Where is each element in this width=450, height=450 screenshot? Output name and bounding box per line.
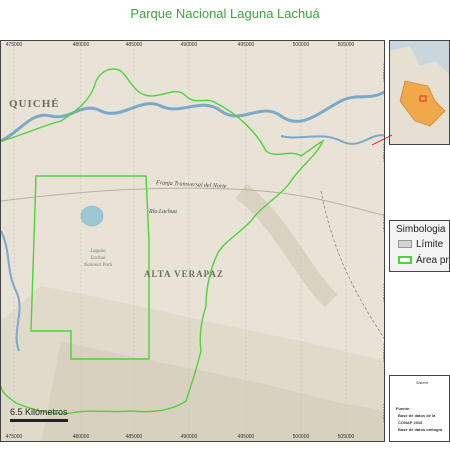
- x-tick-bottom: 495000: [237, 434, 255, 440]
- legend-item-area: Área pr: [398, 255, 449, 266]
- x-tick-bottom: 475000: [5, 434, 23, 440]
- info-line: Base de datos de la: [398, 413, 436, 418]
- inset-map[interactable]: [389, 40, 450, 145]
- park-label: Laguna Lachuá National Park: [83, 249, 113, 268]
- info-box: Sistem Fuente: Base de datos de la CONAP…: [389, 375, 450, 442]
- area-swatch: [398, 256, 412, 265]
- info-source-title: Fuente:: [396, 406, 411, 411]
- laguna-lachua-lake: [80, 205, 104, 227]
- legend-item-limit: Límite: [398, 239, 443, 250]
- legend-title: Simbologia: [396, 224, 446, 235]
- x-tick-bottom: 500000: [292, 434, 310, 440]
- limit-swatch: [398, 240, 412, 249]
- info-line: Base de datos cartogra: [398, 427, 443, 432]
- y-tick-right: 1755000: [383, 343, 385, 363]
- inset-canvas: [390, 41, 449, 144]
- y-tick-right: 1750000: [383, 403, 385, 423]
- x-tick-bottom: 480000: [72, 434, 90, 440]
- inset-pointer: [372, 134, 392, 146]
- x-tick-top: 480000: [72, 42, 90, 48]
- main-map[interactable]: 475000 480000 485000 490000 495000 50000…: [0, 40, 385, 442]
- y-tick-right: 1765000: [383, 213, 385, 233]
- scale-label: 6.5 Kilómetros: [10, 407, 68, 417]
- y-tick-right: 1760000: [383, 283, 385, 303]
- legend: Simbologia Límite Área pr: [389, 220, 450, 272]
- info-header: Sistem: [415, 380, 429, 385]
- x-tick-top: 475000: [5, 42, 23, 48]
- river-label: Río Lachua: [149, 209, 177, 215]
- x-tick-top: 490000: [180, 42, 198, 48]
- info-line: CONAP 2016: [398, 420, 423, 425]
- x-tick-bottom: 485000: [125, 434, 143, 440]
- y-tick-right: 1775000: [383, 63, 385, 83]
- region-label-alta-verapaz: ALTA VERAPAZ: [144, 269, 224, 279]
- map-title: Parque Nacional Laguna Lachuá: [130, 6, 320, 21]
- scale-bar: [10, 419, 68, 422]
- x-tick-top: 505000: [337, 42, 355, 48]
- x-tick-top: 495000: [237, 42, 255, 48]
- x-tick-top: 500000: [292, 42, 310, 48]
- x-tick-bottom: 505000: [337, 434, 355, 440]
- x-tick-top: 485000: [125, 42, 143, 48]
- x-tick-bottom: 490000: [180, 434, 198, 440]
- region-label-quiche: QUICHÉ: [9, 98, 60, 110]
